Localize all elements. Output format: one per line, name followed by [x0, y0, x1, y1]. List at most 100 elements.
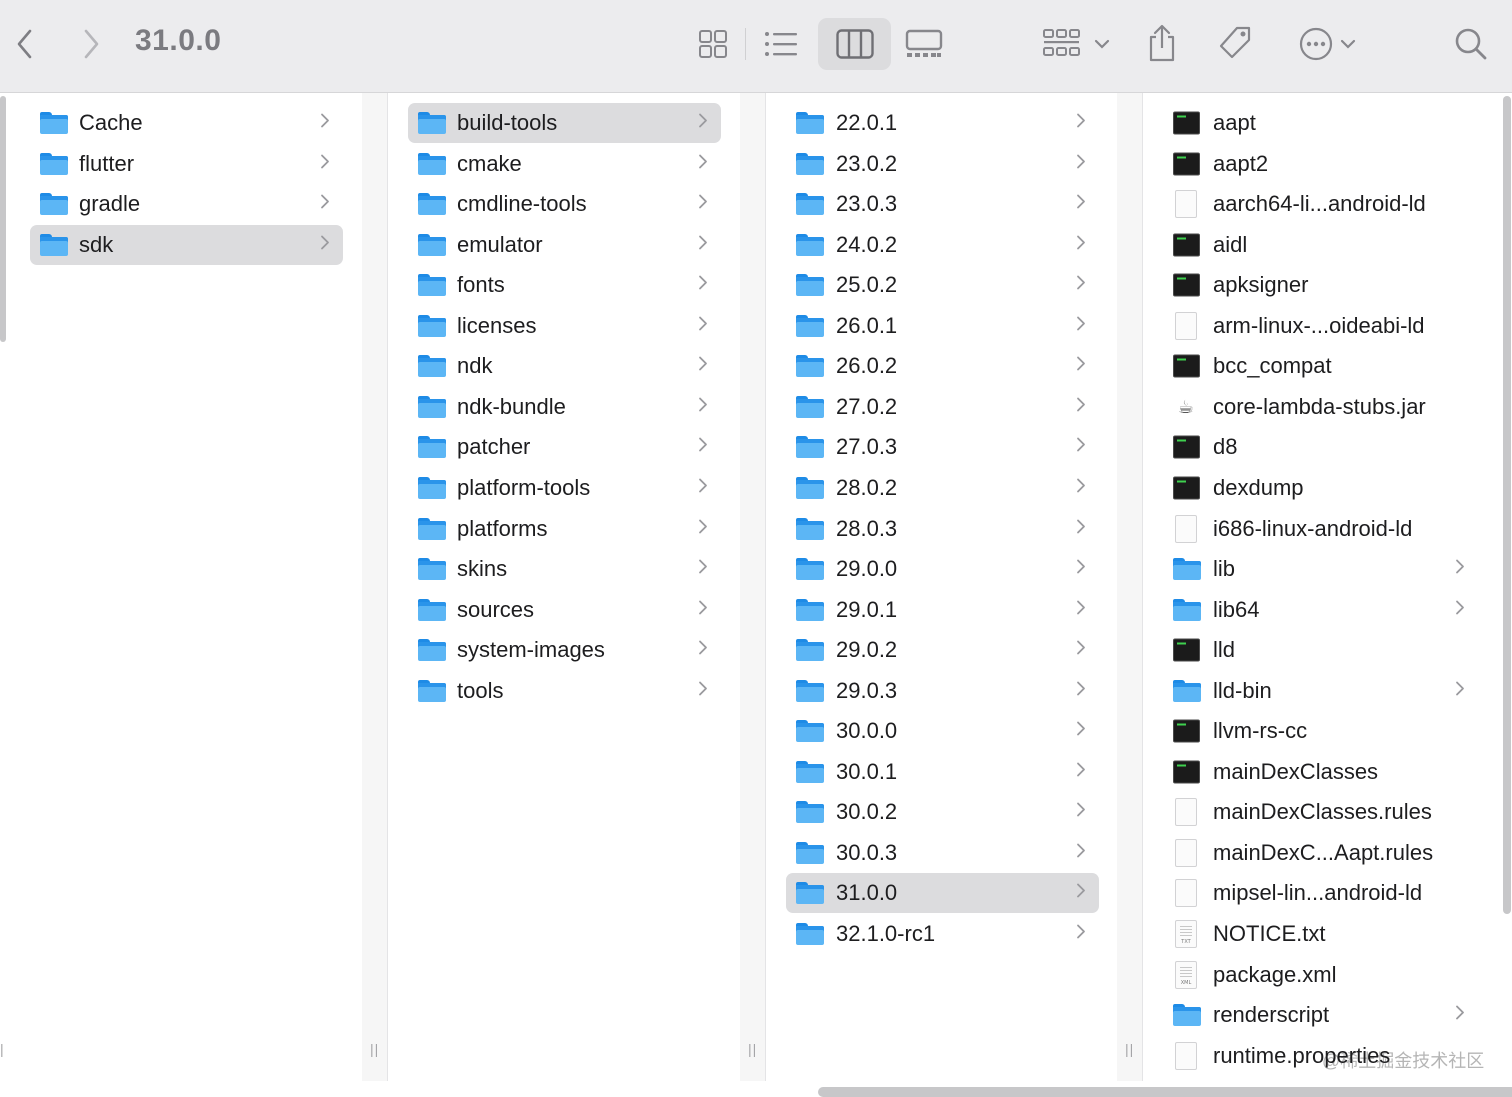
item-name: aarch64-li...android-ld — [1213, 191, 1426, 216]
folder-row[interactable]: 30.0.0 — [786, 711, 1099, 751]
folder-row[interactable]: tools — [408, 671, 721, 711]
column-resize-handle[interactable]: | — [0, 1041, 5, 1057]
folder-row[interactable]: 29.0.3 — [786, 671, 1099, 711]
folder-row[interactable]: sources — [408, 590, 721, 630]
gallery-view-button[interactable] — [902, 24, 946, 64]
chevron-right-icon — [1076, 720, 1086, 743]
folder-row[interactable]: 23.0.3 — [786, 184, 1099, 224]
file-row[interactable]: apksigner — [1163, 265, 1481, 305]
folder-icon — [418, 274, 446, 296]
chevron-right-icon — [698, 193, 708, 216]
folder-row[interactable]: 28.0.3 — [786, 509, 1099, 549]
folder-row[interactable]: 32.1.0-rc1 — [786, 914, 1099, 954]
folder-icon — [796, 153, 824, 175]
folder-row[interactable]: build-tools — [408, 103, 721, 143]
file-row[interactable]: TXT NOTICE.txt — [1163, 914, 1481, 954]
folder-row[interactable]: 25.0.2 — [786, 265, 1099, 305]
more-button[interactable] — [1292, 24, 1362, 64]
folder-row[interactable]: 24.0.2 — [786, 225, 1099, 265]
item-name: 26.0.2 — [836, 353, 898, 378]
column-resize-handle[interactable]: || — [748, 1041, 757, 1057]
folder-row[interactable]: cmdline-tools — [408, 184, 721, 224]
folder-row[interactable]: 31.0.0 — [786, 873, 1099, 913]
list-view-button[interactable] — [760, 24, 802, 64]
file-row[interactable]: mainDexClasses — [1163, 752, 1481, 792]
column-resize-handle[interactable]: || — [1125, 1041, 1134, 1057]
column-resize-handle[interactable]: || — [370, 1041, 379, 1057]
share-icon — [1149, 24, 1175, 62]
folder-row[interactable]: system-images — [408, 630, 721, 670]
file-row[interactable]: ☕ core-lambda-stubs.jar — [1163, 387, 1481, 427]
folder-row[interactable]: 29.0.0 — [786, 549, 1099, 589]
folder-row[interactable]: 30.0.3 — [786, 833, 1099, 873]
file-row[interactable]: arm-linux-...oideabi-ld — [1163, 306, 1481, 346]
group-button[interactable] — [1040, 24, 1112, 64]
folder-row[interactable]: emulator — [408, 225, 721, 265]
folder-row[interactable]: platform-tools — [408, 468, 721, 508]
folder-row[interactable]: lib64 — [1163, 590, 1481, 630]
folder-icon — [1173, 599, 1201, 621]
folder-icon — [796, 558, 824, 580]
item-name: 24.0.2 — [836, 232, 898, 257]
folder-row[interactable]: Cache — [30, 103, 343, 143]
file-row[interactable]: aidl — [1163, 225, 1481, 265]
item-name: NOTICE.txt — [1213, 921, 1326, 946]
share-button[interactable] — [1142, 20, 1182, 66]
search-button[interactable] — [1450, 24, 1492, 64]
folder-row[interactable]: licenses — [408, 306, 721, 346]
folder-row[interactable]: 29.0.1 — [786, 590, 1099, 630]
back-button[interactable] — [8, 24, 42, 64]
folder-row[interactable]: renderscript — [1163, 995, 1481, 1035]
file-row[interactable]: runtime.properties — [1163, 1036, 1481, 1076]
file-row[interactable]: lld — [1163, 630, 1481, 670]
chevron-right-icon — [1076, 923, 1086, 946]
folder-row[interactable]: ndk — [408, 346, 721, 386]
folder-icon — [796, 518, 824, 540]
folder-row[interactable]: 28.0.2 — [786, 468, 1099, 508]
column-view-button[interactable] — [818, 18, 891, 70]
file-row[interactable]: bcc_compat — [1163, 346, 1481, 386]
folder-row[interactable]: lib — [1163, 549, 1481, 589]
folder-row[interactable]: patcher — [408, 427, 721, 467]
file-row[interactable]: aapt — [1163, 103, 1481, 143]
folder-row[interactable]: platforms — [408, 509, 721, 549]
file-row[interactable]: aarch64-li...android-ld — [1163, 184, 1481, 224]
folder-row[interactable]: 27.0.2 — [786, 387, 1099, 427]
folder-row[interactable]: fonts — [408, 265, 721, 305]
column-4-scrollbar[interactable] — [1503, 96, 1511, 914]
file-row[interactable]: mainDexC...Aapt.rules — [1163, 833, 1481, 873]
folder-row[interactable]: lld-bin — [1163, 671, 1481, 711]
folder-row[interactable]: 23.0.2 — [786, 144, 1099, 184]
file-row[interactable]: i686-linux-android-ld — [1163, 509, 1481, 549]
folder-row[interactable]: skins — [408, 549, 721, 589]
icon-view-button[interactable] — [694, 24, 732, 64]
folder-row[interactable]: 30.0.1 — [786, 752, 1099, 792]
file-row[interactable]: d8 — [1163, 427, 1481, 467]
folder-row[interactable]: flutter — [30, 144, 343, 184]
folder-row[interactable]: 26.0.2 — [786, 346, 1099, 386]
item-name: build-tools — [457, 110, 558, 135]
file-row[interactable]: dexdump — [1163, 468, 1481, 508]
file-row[interactable]: mainDexClasses.rules — [1163, 792, 1481, 832]
file-row[interactable]: XML package.xml — [1163, 955, 1481, 995]
horizontal-scrollbar[interactable] — [818, 1087, 1512, 1097]
file-row[interactable]: aapt2 — [1163, 144, 1481, 184]
terminal-exec-icon — [1173, 152, 1200, 176]
folder-row[interactable]: cmake — [408, 144, 721, 184]
folder-row[interactable]: 30.0.2 — [786, 792, 1099, 832]
folder-row[interactable]: 27.0.3 — [786, 427, 1099, 467]
folder-row[interactable]: gradle — [30, 184, 343, 224]
folder-row[interactable]: 22.0.1 — [786, 103, 1099, 143]
column-1-scrollbar[interactable] — [0, 96, 6, 342]
terminal-exec-icon — [1173, 638, 1200, 662]
folder-row[interactable]: ndk-bundle — [408, 387, 721, 427]
file-row[interactable]: llvm-rs-cc — [1163, 711, 1481, 751]
file-row[interactable]: mipsel-lin...android-ld — [1163, 873, 1481, 913]
tag-button[interactable] — [1214, 22, 1256, 64]
forward-button[interactable] — [74, 24, 108, 64]
item-name: Cache — [79, 110, 143, 135]
folder-row[interactable]: sdk — [30, 225, 343, 265]
folder-row[interactable]: 26.0.1 — [786, 306, 1099, 346]
folder-icon — [418, 355, 446, 377]
folder-row[interactable]: 29.0.2 — [786, 630, 1099, 670]
